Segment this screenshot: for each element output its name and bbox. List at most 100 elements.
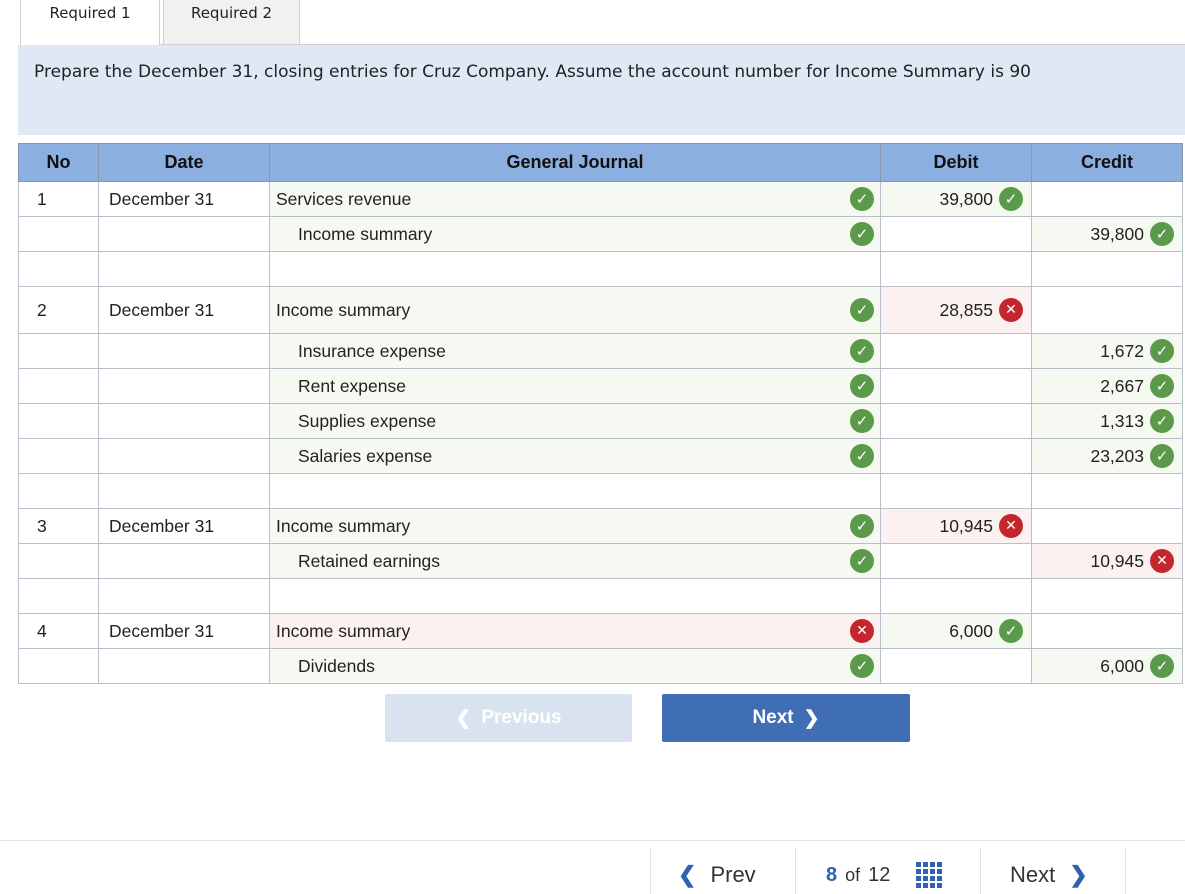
entry-number: 2 (18, 286, 99, 334)
check-circle-icon: ✓ (1150, 654, 1174, 678)
debit-input[interactable]: 28,855 ✕ (880, 286, 1032, 334)
account-select[interactable]: Income summary ✕ (269, 613, 881, 649)
account-select[interactable] (269, 251, 881, 287)
debit-input[interactable]: 10,945 ✕ (880, 508, 1032, 544)
table-row: Rent expense ✓ 2,667 ✓ (18, 368, 1183, 404)
account-select[interactable]: Income summary ✓ (269, 508, 881, 544)
credit-value: 1,313 (1100, 410, 1144, 431)
previous-label: Previous (481, 707, 562, 728)
date-select[interactable]: December 31 (98, 181, 270, 217)
credit-input[interactable]: 6,000 ✓ (1031, 648, 1183, 684)
check-circle-icon: ✓ (850, 187, 874, 211)
date-select[interactable] (98, 473, 270, 509)
credit-input[interactable] (1031, 251, 1183, 287)
account-name: Income summary (298, 223, 433, 244)
debit-value: 28,855 (939, 299, 993, 320)
account-select[interactable]: Salaries expense ✓ (269, 438, 881, 474)
check-circle-icon: ✓ (850, 298, 874, 322)
x-circle-icon: ✕ (850, 619, 874, 643)
account-select[interactable]: Income summary ✓ (269, 216, 881, 252)
credit-input[interactable]: 39,800 ✓ (1031, 216, 1183, 252)
header-credit: Credit (1031, 143, 1183, 182)
account-select[interactable]: Dividends ✓ (269, 648, 881, 684)
tab-label: Required 1 (49, 4, 131, 22)
date-select[interactable] (98, 403, 270, 439)
chevron-right-icon: ❯ (1069, 862, 1088, 887)
next-button[interactable]: Next ❯ (662, 694, 910, 742)
grid-icon[interactable] (916, 862, 943, 888)
debit-input[interactable]: 6,000 ✓ (880, 613, 1032, 649)
footer-prev-button[interactable]: ❮ Prev (678, 862, 756, 888)
date-select[interactable] (98, 578, 270, 614)
footer-next-button[interactable]: Next ❯ (1010, 862, 1088, 888)
tab-label: Required 2 (190, 4, 273, 22)
debit-value: 6,000 (949, 620, 993, 641)
current-page: 8 (826, 863, 838, 886)
entry-number (18, 216, 99, 252)
credit-input[interactable] (1031, 508, 1183, 544)
date-select[interactable]: December 31 (98, 286, 270, 334)
check-circle-icon: ✓ (850, 514, 874, 538)
date-select[interactable]: December 31 (98, 613, 270, 649)
account-select[interactable] (269, 578, 881, 614)
account-select[interactable]: Rent expense ✓ (269, 368, 881, 404)
debit-input[interactable] (880, 333, 1032, 369)
account-name: Supplies expense (298, 410, 437, 431)
date-select[interactable] (98, 543, 270, 579)
account-select[interactable]: Services revenue ✓ (269, 181, 881, 217)
account-select[interactable]: Retained earnings ✓ (269, 543, 881, 579)
credit-input[interactable]: 23,203 ✓ (1031, 438, 1183, 474)
check-circle-icon: ✓ (850, 654, 874, 678)
date-select[interactable] (98, 648, 270, 684)
debit-input[interactable] (880, 216, 1032, 252)
credit-input[interactable]: 2,667 ✓ (1031, 368, 1183, 404)
account-name: Services revenue (276, 188, 412, 209)
credit-value: 10,945 (1090, 550, 1144, 571)
debit-input[interactable] (880, 648, 1032, 684)
account-name: Income summary (276, 299, 411, 320)
tab-required-2[interactable]: Required 2 (163, 0, 300, 45)
debit-input[interactable] (880, 543, 1032, 579)
page-indicator[interactable]: 8 of 12 (826, 862, 943, 888)
credit-input[interactable] (1031, 473, 1183, 509)
date-select[interactable] (98, 216, 270, 252)
check-circle-icon: ✓ (850, 444, 874, 468)
table-row: 4 December 31 Income summary ✕ 6,000 ✓ (18, 613, 1183, 649)
account-name: Income summary (276, 620, 411, 641)
check-circle-icon: ✓ (999, 619, 1023, 643)
debit-input[interactable] (880, 578, 1032, 614)
credit-input[interactable] (1031, 286, 1183, 334)
debit-input[interactable] (880, 368, 1032, 404)
account-select[interactable]: Insurance expense ✓ (269, 333, 881, 369)
footer-divider (0, 840, 1185, 841)
debit-input[interactable] (880, 403, 1032, 439)
account-select[interactable]: Income summary ✓ (269, 286, 881, 334)
debit-input[interactable] (880, 438, 1032, 474)
credit-input[interactable]: 1,313 ✓ (1031, 403, 1183, 439)
tab-required-1[interactable]: Required 1 (20, 0, 160, 45)
debit-input[interactable] (880, 473, 1032, 509)
credit-input[interactable] (1031, 181, 1183, 217)
credit-input[interactable]: 10,945 ✕ (1031, 543, 1183, 579)
account-select[interactable]: Supplies expense ✓ (269, 403, 881, 439)
debit-input[interactable] (880, 251, 1032, 287)
credit-value: 6,000 (1100, 655, 1144, 676)
date-select[interactable] (98, 368, 270, 404)
credit-input[interactable]: 1,672 ✓ (1031, 333, 1183, 369)
credit-value: 2,667 (1100, 375, 1144, 396)
debit-input[interactable]: 39,800 ✓ (880, 181, 1032, 217)
account-name: Rent expense (298, 375, 406, 396)
credit-input[interactable] (1031, 578, 1183, 614)
account-select[interactable] (269, 473, 881, 509)
table-row (18, 473, 1183, 509)
entry-number (18, 368, 99, 404)
date-select[interactable]: December 31 (98, 508, 270, 544)
date-select[interactable] (98, 251, 270, 287)
check-circle-icon: ✓ (850, 339, 874, 363)
footer-separator (980, 848, 981, 894)
previous-button[interactable]: ❮ Previous (385, 694, 632, 742)
date-select[interactable] (98, 438, 270, 474)
credit-input[interactable] (1031, 613, 1183, 649)
footer-separator (650, 848, 651, 894)
date-select[interactable] (98, 333, 270, 369)
